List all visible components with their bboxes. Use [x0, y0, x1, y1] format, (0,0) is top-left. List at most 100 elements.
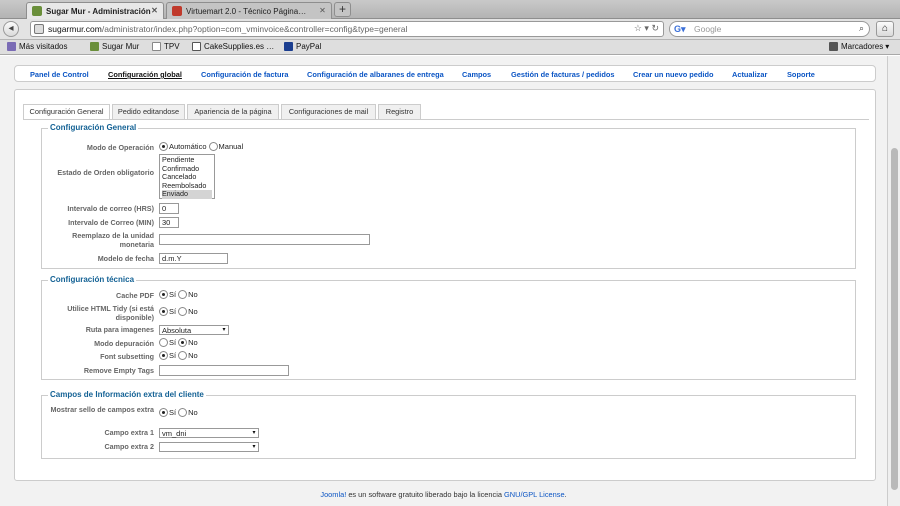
- chevron-down-icon: ▾: [885, 42, 890, 51]
- joomla-icon: [90, 42, 99, 51]
- fieldset-campos-extra: Campos de Información extra del cliente …: [41, 390, 856, 459]
- reload-icon[interactable]: ☆ ▾ ↻: [634, 23, 659, 34]
- tab-pedido-editandose[interactable]: Pedido editandose: [112, 104, 185, 119]
- radio-tidy-no[interactable]: [178, 307, 188, 316]
- page-footer: Joomla! es un software gratuito liberado…: [0, 490, 887, 499]
- bookmark-mas-visitados[interactable]: Más visitados: [7, 42, 67, 51]
- menu-panel-de-control[interactable]: Panel de Control: [30, 70, 89, 79]
- bookmark-tpv[interactable]: TPV: [152, 42, 180, 51]
- field-label: Ruta para imagenes: [85, 325, 154, 334]
- field-label: Intervalo de Correo (MIN): [68, 218, 154, 227]
- campo-extra-1-select[interactable]: vm_dni ▾: [159, 428, 259, 438]
- bookmarks-bar: Más visitados Sugar Mur TPV CakeSupplies…: [0, 40, 900, 55]
- menu-configuracion-global[interactable]: Configuración global: [108, 70, 182, 79]
- bookmark-cakesupplies[interactable]: CakeSupplies.es …: [192, 42, 274, 51]
- tab-registro[interactable]: Registro: [378, 104, 421, 119]
- url-path: /administrator/index.php?option=com_vmin…: [101, 24, 408, 34]
- joomla-favicon-icon: [32, 6, 42, 16]
- section-title: Campos de Información extra del cliente: [48, 390, 206, 399]
- browser-tab-bar: Sugar Mur - Administración ✕ Virtuemart …: [0, 0, 900, 19]
- tab-apariencia[interactable]: Apariencia de la página: [187, 104, 279, 119]
- menu-configuracion-factura[interactable]: Configuración de factura: [201, 70, 288, 79]
- section-title: Configuración General: [48, 123, 139, 132]
- search-bar[interactable]: G▾ Google ⌕: [669, 21, 870, 37]
- field-label: Remove Empty Tags: [83, 366, 154, 375]
- bookmarks-icon: [829, 42, 838, 51]
- ruta-imagenes-select[interactable]: Absoluta ▾: [159, 325, 229, 335]
- browser-nav-bar: ◂ sugarmur.com/administrator/index.php?o…: [0, 19, 900, 40]
- radio-sello-no[interactable]: [178, 408, 188, 417]
- tab-configuracion-general[interactable]: Configuración General: [23, 104, 110, 120]
- menu-gestion-facturas[interactable]: Gestión de facturas / pedidos: [511, 70, 615, 79]
- radio-label: No: [188, 338, 198, 347]
- close-tab-icon[interactable]: ✕: [150, 6, 159, 15]
- bookmark-paypal[interactable]: PayPal: [284, 42, 321, 51]
- bookmark-label: PayPal: [296, 42, 322, 51]
- estado-orden-listbox[interactable]: Pendiente Confirmado Cancelado Reembolsa…: [159, 154, 215, 199]
- tab-configuraciones-mail[interactable]: Configuraciones de mail: [281, 104, 376, 119]
- menu-configuracion-albaranes[interactable]: Configuración de albaranes de entrega: [307, 70, 444, 79]
- campo-extra-2-select[interactable]: ▾: [159, 442, 259, 452]
- field-label: Intervalo de correo (HRS): [67, 204, 154, 213]
- magnifier-icon[interactable]: ⌕: [859, 23, 864, 34]
- remove-empty-tags-input[interactable]: [159, 365, 289, 376]
- browser-tab-sugarmur[interactable]: Sugar Mur - Administración ✕: [26, 2, 164, 19]
- license-link[interactable]: GNU/GPL License: [504, 490, 565, 499]
- fieldset-configuracion-tecnica: Configuración técnica Cache PDF Sí No Ut…: [41, 275, 856, 380]
- browser-tab-virtuemart[interactable]: Virtuemart 2.0 - Técnico Página… ✕: [166, 2, 332, 19]
- radio-cache-si[interactable]: [159, 290, 168, 299]
- radio-automatico[interactable]: [159, 142, 168, 151]
- search-placeholder: Google: [694, 24, 722, 34]
- menu-crear-pedido[interactable]: Crear un nuevo pedido: [633, 70, 714, 79]
- radio-label: Sí: [169, 290, 177, 299]
- menu-soporte[interactable]: Soporte: [787, 70, 815, 79]
- intervalo-min-input[interactable]: 30: [159, 217, 179, 228]
- field-label: Cache PDF: [116, 291, 154, 300]
- radio-label: No: [188, 351, 198, 360]
- bookmark-label: Marcadores: [841, 42, 884, 51]
- home-button[interactable]: ⌂: [876, 21, 894, 37]
- intervalo-hrs-input[interactable]: 0: [159, 203, 179, 214]
- joomla-link[interactable]: Joomla!: [320, 490, 346, 499]
- radio-label: No: [188, 408, 198, 417]
- radio-debug-si[interactable]: [159, 338, 168, 347]
- modo-operacion-radios: Automático Manual: [159, 142, 245, 151]
- field-label: Modo de Operación: [86, 143, 154, 152]
- virtuemart-favicon-icon: [172, 6, 182, 16]
- new-tab-button[interactable]: +: [334, 2, 351, 17]
- bookmarks-menu[interactable]: Marcadores ▾: [829, 42, 889, 51]
- menu-campos[interactable]: Campos: [462, 70, 491, 79]
- scrollbar-thumb[interactable]: [891, 148, 898, 490]
- address-bar[interactable]: sugarmur.com/administrator/index.php?opt…: [30, 21, 664, 37]
- config-panel: Configuración General Pedido editandose …: [14, 89, 876, 481]
- radio-font-si[interactable]: [159, 351, 168, 360]
- list-option-selected[interactable]: Enviado: [162, 189, 212, 199]
- radio-label: Sí: [169, 338, 177, 347]
- field-label: Reemplazo de la unidad monetaria: [72, 231, 154, 249]
- bookmark-label: Más visitados: [19, 42, 68, 51]
- field-label: Estado de Orden obligatorio: [57, 168, 154, 177]
- radio-tidy-si[interactable]: [159, 307, 168, 316]
- field-label: Utilice HTML Tidy (si está disponible): [67, 304, 154, 322]
- radio-sello-si[interactable]: [159, 408, 168, 417]
- component-top-menu: Panel de Control Configuración global Co…: [14, 65, 876, 82]
- radio-label: Manual: [218, 142, 244, 151]
- close-tab-icon[interactable]: ✕: [318, 6, 327, 15]
- footer-text: es un software gratuito liberado bajo la…: [346, 490, 505, 499]
- site-identity-icon: [34, 24, 44, 34]
- folder-icon: [7, 42, 16, 51]
- radio-label: Automático: [169, 142, 207, 151]
- select-value: vm_dni: [162, 429, 187, 438]
- back-button[interactable]: ◂: [3, 21, 19, 37]
- radio-debug-no[interactable]: [178, 338, 188, 347]
- bookmark-sugar-mur[interactable]: Sugar Mur: [90, 42, 139, 51]
- modelo-fecha-input[interactable]: d.m.Y: [159, 253, 228, 264]
- menu-actualizar[interactable]: Actualizar: [732, 70, 767, 79]
- radio-cache-no[interactable]: [178, 290, 188, 299]
- radio-manual[interactable]: [208, 142, 218, 151]
- vertical-scrollbar[interactable]: [887, 56, 900, 506]
- radio-font-no[interactable]: [178, 351, 188, 360]
- field-label: Font subsetting: [100, 352, 154, 361]
- radio-label: Sí: [169, 408, 177, 417]
- reemplazo-moneda-input[interactable]: [159, 234, 370, 245]
